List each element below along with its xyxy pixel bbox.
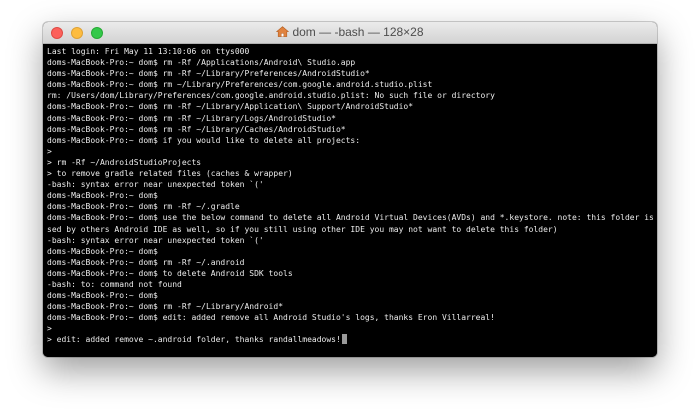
terminal-line-text: doms-MacBook-Pro:~ dom$ xyxy=(47,191,158,201)
terminal-line: doms-MacBook-Pro:~ dom$ rm -Rf ~/.gradle xyxy=(47,201,653,212)
terminal-window: dom — -bash — 128×28 Last login: Fri May… xyxy=(43,22,657,357)
window-title-container: dom — -bash — 128×28 xyxy=(43,22,657,43)
terminal-output[interactable]: Last login: Fri May 11 13:10:06 on ttys0… xyxy=(43,44,657,357)
terminal-line: doms-MacBook-Pro:~ dom$ edit: added remo… xyxy=(47,312,653,323)
terminal-line-text: doms-MacBook-Pro:~ dom$ rm -Rf ~/Library… xyxy=(47,124,346,134)
terminal-line-text: > to remove gradle related files (caches… xyxy=(47,169,293,179)
terminal-line-text: > rm -Rf ~/AndroidStudioProjects xyxy=(47,157,202,167)
terminal-line-text: doms-MacBook-Pro:~ dom$ if you would lik… xyxy=(47,135,361,145)
terminal-line: > rm -Rf ~/AndroidStudioProjects xyxy=(47,157,653,168)
terminal-line: > xyxy=(47,323,653,334)
terminal-line: doms-MacBook-Pro:~ dom$ rm -Rf ~/Library… xyxy=(47,101,653,112)
terminal-line: doms-MacBook-Pro:~ dom$ rm ~/Library/Pre… xyxy=(47,79,653,90)
terminal-line-text: doms-MacBook-Pro:~ dom$ to delete Androi… xyxy=(47,268,293,278)
terminal-line-text: doms-MacBook-Pro:~ dom$ rm ~/Library/Pre… xyxy=(47,80,433,90)
text-cursor xyxy=(341,334,347,345)
terminal-line: -bash: to: command not found xyxy=(47,279,653,290)
terminal-line-text: > edit: added remove ~.android folder, t… xyxy=(47,335,341,345)
terminal-line: doms-MacBook-Pro:~ dom$ if you would lik… xyxy=(47,135,653,146)
home-icon xyxy=(276,26,290,37)
terminal-line: doms-MacBook-Pro:~ dom$ xyxy=(47,290,653,301)
terminal-line: > to remove gradle related files (caches… xyxy=(47,168,653,179)
terminal-line-text: doms-MacBook-Pro:~ dom$ rm -Rf ~/Library… xyxy=(47,102,414,112)
terminal-line-text: doms-MacBook-Pro:~ dom$ rm -Rf ~/Library… xyxy=(47,302,284,312)
terminal-line-text: doms-MacBook-Pro:~ dom$ rm -Rf ~/Library… xyxy=(47,113,336,123)
terminal-line: doms-MacBook-Pro:~ dom$ rm -Rf /Applicat… xyxy=(47,57,653,68)
terminal-line: rm: /Users/dom/Library/Preferences/com.g… xyxy=(47,90,653,101)
terminal-line-text: > xyxy=(47,146,52,156)
terminal-line-text: doms-MacBook-Pro:~ dom$ xyxy=(47,246,158,256)
terminal-line: doms-MacBook-Pro:~ dom$ rm -Rf ~/Library… xyxy=(47,68,653,79)
terminal-line-text: -bash: syntax error near unexpected toke… xyxy=(47,235,264,245)
terminal-line-text: Last login: Fri May 11 13:10:06 on ttys0… xyxy=(47,47,250,56)
terminal-line: doms-MacBook-Pro:~ dom$ xyxy=(47,246,653,257)
terminal-line: doms-MacBook-Pro:~ dom$ rm -Rf ~/Library… xyxy=(47,301,653,312)
terminal-line-text: doms-MacBook-Pro:~ dom$ rm -Rf /Applicat… xyxy=(47,58,356,68)
title-bar[interactable]: dom — -bash — 128×28 xyxy=(43,22,657,44)
terminal-line: > edit: added remove ~.android folder, t… xyxy=(47,334,653,345)
terminal-line: > xyxy=(47,146,653,157)
terminal-line: doms-MacBook-Pro:~ dom$ to delete Androi… xyxy=(47,268,653,279)
terminal-line-text: doms-MacBook-Pro:~ dom$ use the below co… xyxy=(47,213,653,223)
terminal-line: doms-MacBook-Pro:~ dom$ rm -Rf ~/Library… xyxy=(47,113,653,124)
terminal-line-text: doms-MacBook-Pro:~ dom$ rm -Rf ~/.androi… xyxy=(47,257,245,267)
terminal-line-text: doms-MacBook-Pro:~ dom$ xyxy=(47,291,158,301)
terminal-line: Last login: Fri May 11 13:10:06 on ttys0… xyxy=(47,46,653,57)
terminal-line-text: doms-MacBook-Pro:~ dom$ rm -Rf ~/.gradle xyxy=(47,202,240,212)
terminal-line: -bash: syntax error near unexpected toke… xyxy=(47,179,653,190)
terminal-line: sed by others Android IDE as well, so if… xyxy=(47,224,653,235)
terminal-line: doms-MacBook-Pro:~ dom$ rm -Rf ~/Library… xyxy=(47,124,653,135)
terminal-line: doms-MacBook-Pro:~ dom$ rm -Rf ~/.androi… xyxy=(47,257,653,268)
terminal-line-text: -bash: syntax error near unexpected toke… xyxy=(47,180,264,190)
terminal-line-text: > xyxy=(47,324,52,334)
window-title: dom — -bash — 128×28 xyxy=(292,25,424,39)
terminal-line-text: doms-MacBook-Pro:~ dom$ rm -Rf ~/Library… xyxy=(47,69,370,79)
terminal-line-text: -bash: to: command not found xyxy=(47,279,182,289)
terminal-line-text: rm: /Users/dom/Library/Preferences/com.g… xyxy=(47,91,495,101)
terminal-line: -bash: syntax error near unexpected toke… xyxy=(47,235,653,246)
terminal-line-text: doms-MacBook-Pro:~ dom$ edit: added remo… xyxy=(47,313,495,323)
terminal-line: doms-MacBook-Pro:~ dom$ xyxy=(47,190,653,201)
terminal-line-text: sed by others Android IDE as well, so if… xyxy=(47,224,558,234)
terminal-line: doms-MacBook-Pro:~ dom$ use the below co… xyxy=(47,212,653,223)
